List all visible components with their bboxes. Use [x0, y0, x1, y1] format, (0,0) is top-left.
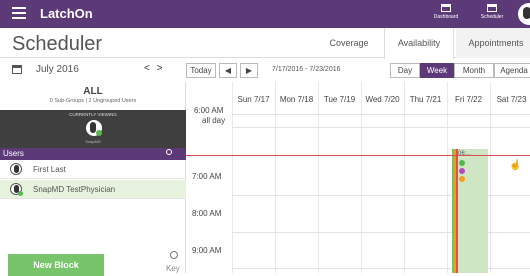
key-label[interactable]: Key — [166, 264, 180, 273]
viewing-name: SnapMD — [85, 139, 101, 144]
page-title: Scheduler — [12, 33, 103, 55]
view-week-button[interactable]: Week — [420, 63, 454, 78]
day-header-wed[interactable]: Wed 7/20 — [361, 86, 404, 114]
day-header-sun[interactable]: Sun 7/17 — [232, 86, 275, 114]
day-header-sat[interactable]: Sat 7/23 — [490, 86, 530, 114]
day-header-thu[interactable]: Thu 7/21 — [404, 86, 447, 114]
currently-viewing-label: CURRENTLY VIEWING — [69, 112, 117, 117]
user-list-item[interactable]: SnapMD TestPhysician — [0, 180, 186, 199]
user-name: SnapMD TestPhysician — [33, 185, 116, 194]
day-header-fri[interactable]: Fri 7/22 — [447, 86, 490, 114]
key-icon[interactable] — [170, 251, 178, 259]
month-nav-arrows[interactable]: < > — [144, 63, 164, 74]
status-dot — [459, 176, 465, 182]
week-calendar: Sun 7/17 Mon 7/18 Tue 7/19 Wed 7/20 Thu … — [186, 82, 530, 273]
user-list-item[interactable]: First Last — [0, 160, 186, 179]
time-label: 8:00 AM — [192, 209, 222, 218]
calendar-icon — [12, 65, 22, 74]
month-label: July 2016 — [36, 64, 79, 75]
next-week-button[interactable]: ▶ — [240, 63, 258, 78]
status-dot — [459, 160, 465, 166]
top-bar: LatchOn Dashboard Scheduler — [0, 0, 530, 28]
day-header-tue[interactable]: Tue 7/19 — [318, 86, 361, 114]
viewing-avatar — [86, 120, 102, 136]
time-label: 7:00 AM — [192, 172, 222, 181]
scheduler-icon — [487, 4, 497, 12]
page-header: Scheduler Coverage Availability Appointm… — [0, 28, 530, 59]
group-subtitle: 0 Sub-Groups | 2 Ungrouped Users — [49, 98, 137, 104]
event-title: 06:... — [458, 151, 472, 157]
day-header-mon[interactable]: Mon 7/18 — [275, 86, 318, 114]
group-title[interactable]: ALL — [0, 86, 186, 97]
dashboard-button[interactable]: Dashboard — [428, 3, 464, 25]
view-month-button[interactable]: Month — [454, 63, 494, 78]
hand-cursor-icon: ☝ — [509, 160, 522, 171]
row-divider — [232, 114, 530, 115]
user-avatar[interactable] — [518, 3, 530, 25]
brand-logo: LatchOn — [40, 6, 93, 21]
hamburger-menu-icon[interactable] — [12, 7, 26, 19]
tab-availability[interactable]: Availability — [384, 28, 454, 59]
currently-viewing-panel: CURRENTLY VIEWING SnapMD — [0, 110, 186, 148]
view-agenda-button[interactable]: Agenda — [494, 63, 530, 78]
online-dot — [18, 191, 23, 196]
users-header: Users — [0, 148, 186, 160]
row-divider — [232, 127, 530, 128]
prev-week-button[interactable]: ◀ — [219, 63, 237, 78]
calendar-event[interactable]: 06:... — [452, 149, 488, 273]
sidebar: ALL 0 Sub-Groups | 2 Ungrouped Users CUR… — [0, 82, 186, 276]
time-label: 9:00 AM — [192, 246, 222, 255]
user-avatar-icon — [10, 163, 22, 175]
time-label: 6:00 AM — [194, 106, 224, 115]
users-label: Users — [3, 149, 24, 158]
tab-coverage[interactable]: Coverage — [318, 28, 380, 58]
all-day-label: all day — [202, 116, 226, 125]
today-button[interactable]: Today — [186, 63, 216, 78]
user-avatar-icon — [10, 183, 23, 196]
current-time-line — [186, 155, 530, 156]
online-dot — [96, 130, 102, 136]
scheduler-button[interactable]: Scheduler — [474, 3, 510, 25]
user-name: First Last — [33, 165, 66, 174]
view-day-button[interactable]: Day — [390, 63, 420, 78]
status-dot — [459, 168, 465, 174]
dashboard-icon — [441, 4, 451, 12]
toolbar: July 2016 < > Today ◀ ▶ 7/17/2016 - 7/23… — [0, 58, 530, 82]
event-bar — [456, 149, 458, 273]
search-icon[interactable] — [166, 149, 172, 155]
date-range-label: 7/17/2016 - 7/23/2016 — [272, 66, 341, 73]
tab-appointments[interactable]: Appointments — [456, 28, 530, 58]
